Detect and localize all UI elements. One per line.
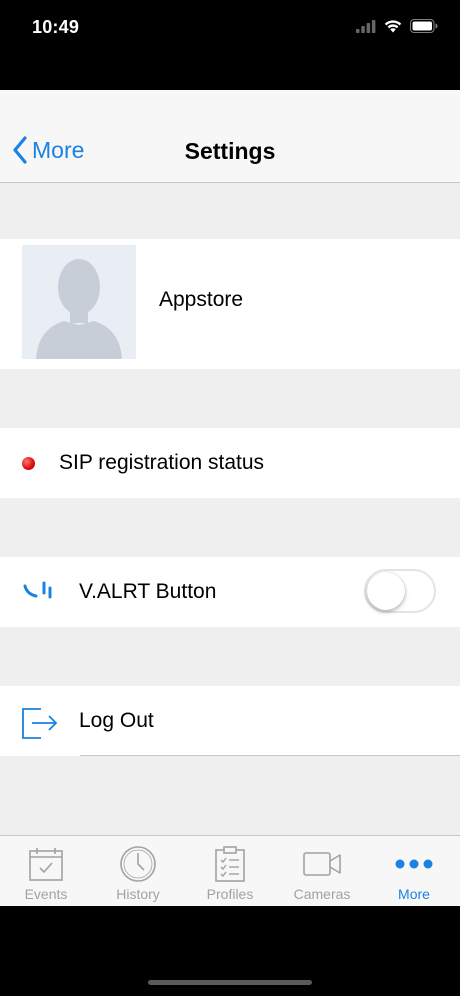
settings-screen: More Settings Appstore SIP registration … — [0, 90, 460, 906]
sip-status-row[interactable]: SIP registration status — [0, 428, 460, 498]
cellular-signal-icon — [356, 19, 376, 33]
tab-profiles[interactable]: Profiles — [184, 836, 276, 906]
status-time: 10:49 — [32, 17, 80, 37]
status-icons — [356, 19, 438, 33]
logout-label: Log Out — [79, 709, 154, 732]
calendar-check-icon — [29, 848, 63, 881]
tab-events[interactable]: Events — [0, 836, 92, 906]
tab-label: Profiles — [206, 886, 254, 902]
clipboard-checklist-icon — [215, 846, 245, 882]
valrt-button-label: V.ALRT Button — [79, 580, 217, 603]
sip-status-label: SIP registration status — [59, 451, 265, 474]
valrt-signal-icon — [23, 581, 52, 599]
tab-label: History — [116, 886, 160, 902]
clock-icon — [120, 846, 156, 882]
device-screen: 10:49 More Settings Appstore SIP registr… — [0, 0, 460, 996]
valrt-toggle[interactable] — [364, 569, 436, 613]
row-divider — [80, 755, 460, 756]
tab-label: More — [398, 886, 430, 902]
battery-icon — [410, 19, 438, 33]
tab-label: Events — [24, 886, 68, 902]
page-title: Settings — [184, 138, 276, 164]
video-camera-icon — [303, 852, 341, 876]
logout-icon — [22, 708, 58, 739]
tab-cameras[interactable]: Cameras — [276, 836, 368, 906]
home-indicator[interactable] — [148, 980, 312, 985]
tab-more[interactable]: More — [368, 836, 460, 906]
tab-label: Cameras — [293, 886, 351, 902]
avatar — [22, 245, 136, 359]
person-silhouette-icon — [36, 259, 122, 359]
profile-name: Appstore — [159, 288, 244, 311]
more-dots-icon — [395, 859, 433, 869]
valrt-button-row: V.ALRT Button — [0, 557, 460, 627]
profile-row[interactable]: Appstore — [0, 239, 460, 369]
logout-row[interactable]: Log Out — [0, 686, 460, 756]
sip-status-indicator — [22, 457, 35, 470]
toggle-knob — [367, 572, 405, 610]
wifi-icon — [384, 20, 402, 33]
tab-bar: Events History Profiles Cameras More — [0, 835, 460, 906]
tab-history[interactable]: History — [92, 836, 184, 906]
device-notch — [104, 0, 356, 36]
navigation-bar: More Settings — [0, 90, 460, 183]
